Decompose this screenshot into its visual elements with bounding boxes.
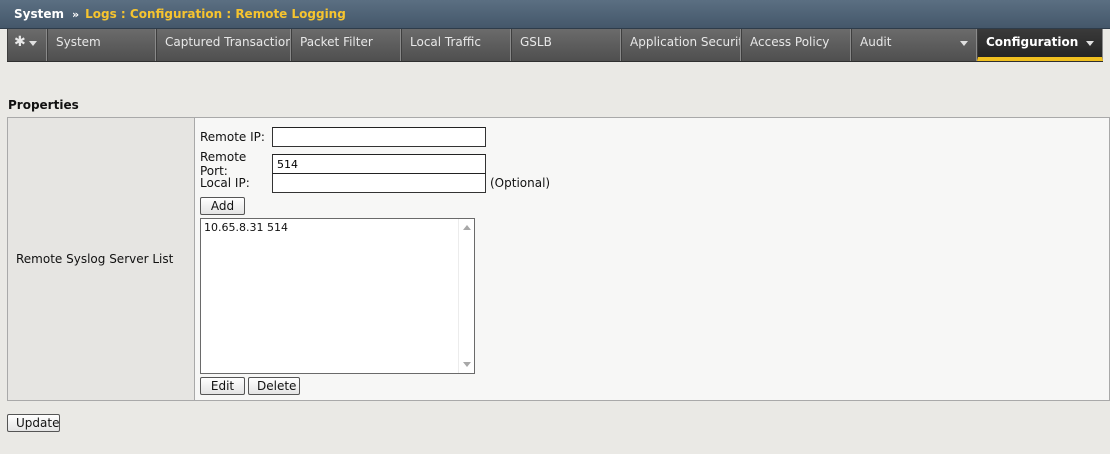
tab-gslb[interactable]: GSLB — [511, 29, 621, 61]
scroll-down-icon[interactable] — [463, 362, 471, 367]
tab-access-policy[interactable]: Access Policy — [741, 29, 851, 61]
section-title: Properties — [8, 98, 79, 112]
breadcrumb-separator: » — [72, 7, 80, 21]
chevron-down-icon[interactable] — [1086, 41, 1094, 46]
tab-captured-transactions[interactable]: Captured Transactions — [156, 29, 291, 61]
row-value-cell: Remote IP: Remote Port: Local IP: (Optio… — [195, 118, 1109, 400]
row-label-cell: Remote Syslog Server List — [8, 118, 195, 400]
list-item[interactable]: 10.65.8.31 514 — [201, 219, 474, 236]
scroll-up-icon[interactable] — [463, 225, 471, 230]
server-list-box[interactable]: 10.65.8.31 514 — [200, 218, 475, 374]
remote-syslog-server-list-label: Remote Syslog Server List — [16, 252, 174, 266]
tab-local-traffic[interactable]: Local Traffic — [401, 29, 511, 61]
tab-audit[interactable]: Audit — [851, 29, 977, 61]
properties-table: Remote Syslog Server List Remote IP: Rem… — [7, 117, 1110, 401]
edit-button[interactable]: Edit — [200, 377, 245, 395]
delete-button[interactable]: Delete — [248, 377, 300, 395]
scrollbar[interactable] — [458, 219, 474, 373]
local-ip-row: Local IP: (Optional) — [200, 173, 550, 193]
local-ip-label: Local IP: — [200, 176, 250, 190]
tab-application-security[interactable]: Application Security — [621, 29, 741, 61]
breadcrumb-path: Logs : Configuration : Remote Logging — [85, 7, 346, 21]
add-button[interactable]: Add — [200, 197, 245, 215]
local-ip-input[interactable] — [272, 173, 486, 193]
update-button[interactable]: Update — [7, 414, 60, 432]
remote-ip-row: Remote IP: — [200, 127, 486, 147]
tab-configuration[interactable]: Configuration — [977, 29, 1103, 61]
chevron-down-icon[interactable] — [960, 41, 968, 46]
tab-packet-filter[interactable]: Packet Filter — [291, 29, 401, 61]
optional-hint: (Optional) — [490, 176, 551, 190]
tab-bar: ✱ System Captured Transactions Packet Fi… — [7, 29, 1103, 62]
gear-icon: ✱ — [14, 34, 26, 50]
remote-ip-label: Remote IP: — [200, 130, 265, 144]
remote-port-input[interactable] — [272, 154, 486, 174]
breadcrumb: System » Logs : Configuration : Remote L… — [0, 0, 1110, 29]
breadcrumb-root[interactable]: System — [14, 7, 64, 21]
remote-ip-input[interactable] — [272, 127, 486, 147]
chevron-down-icon — [28, 41, 37, 46]
gear-menu-tab[interactable]: ✱ — [7, 29, 47, 61]
tab-system[interactable]: System — [47, 29, 156, 61]
